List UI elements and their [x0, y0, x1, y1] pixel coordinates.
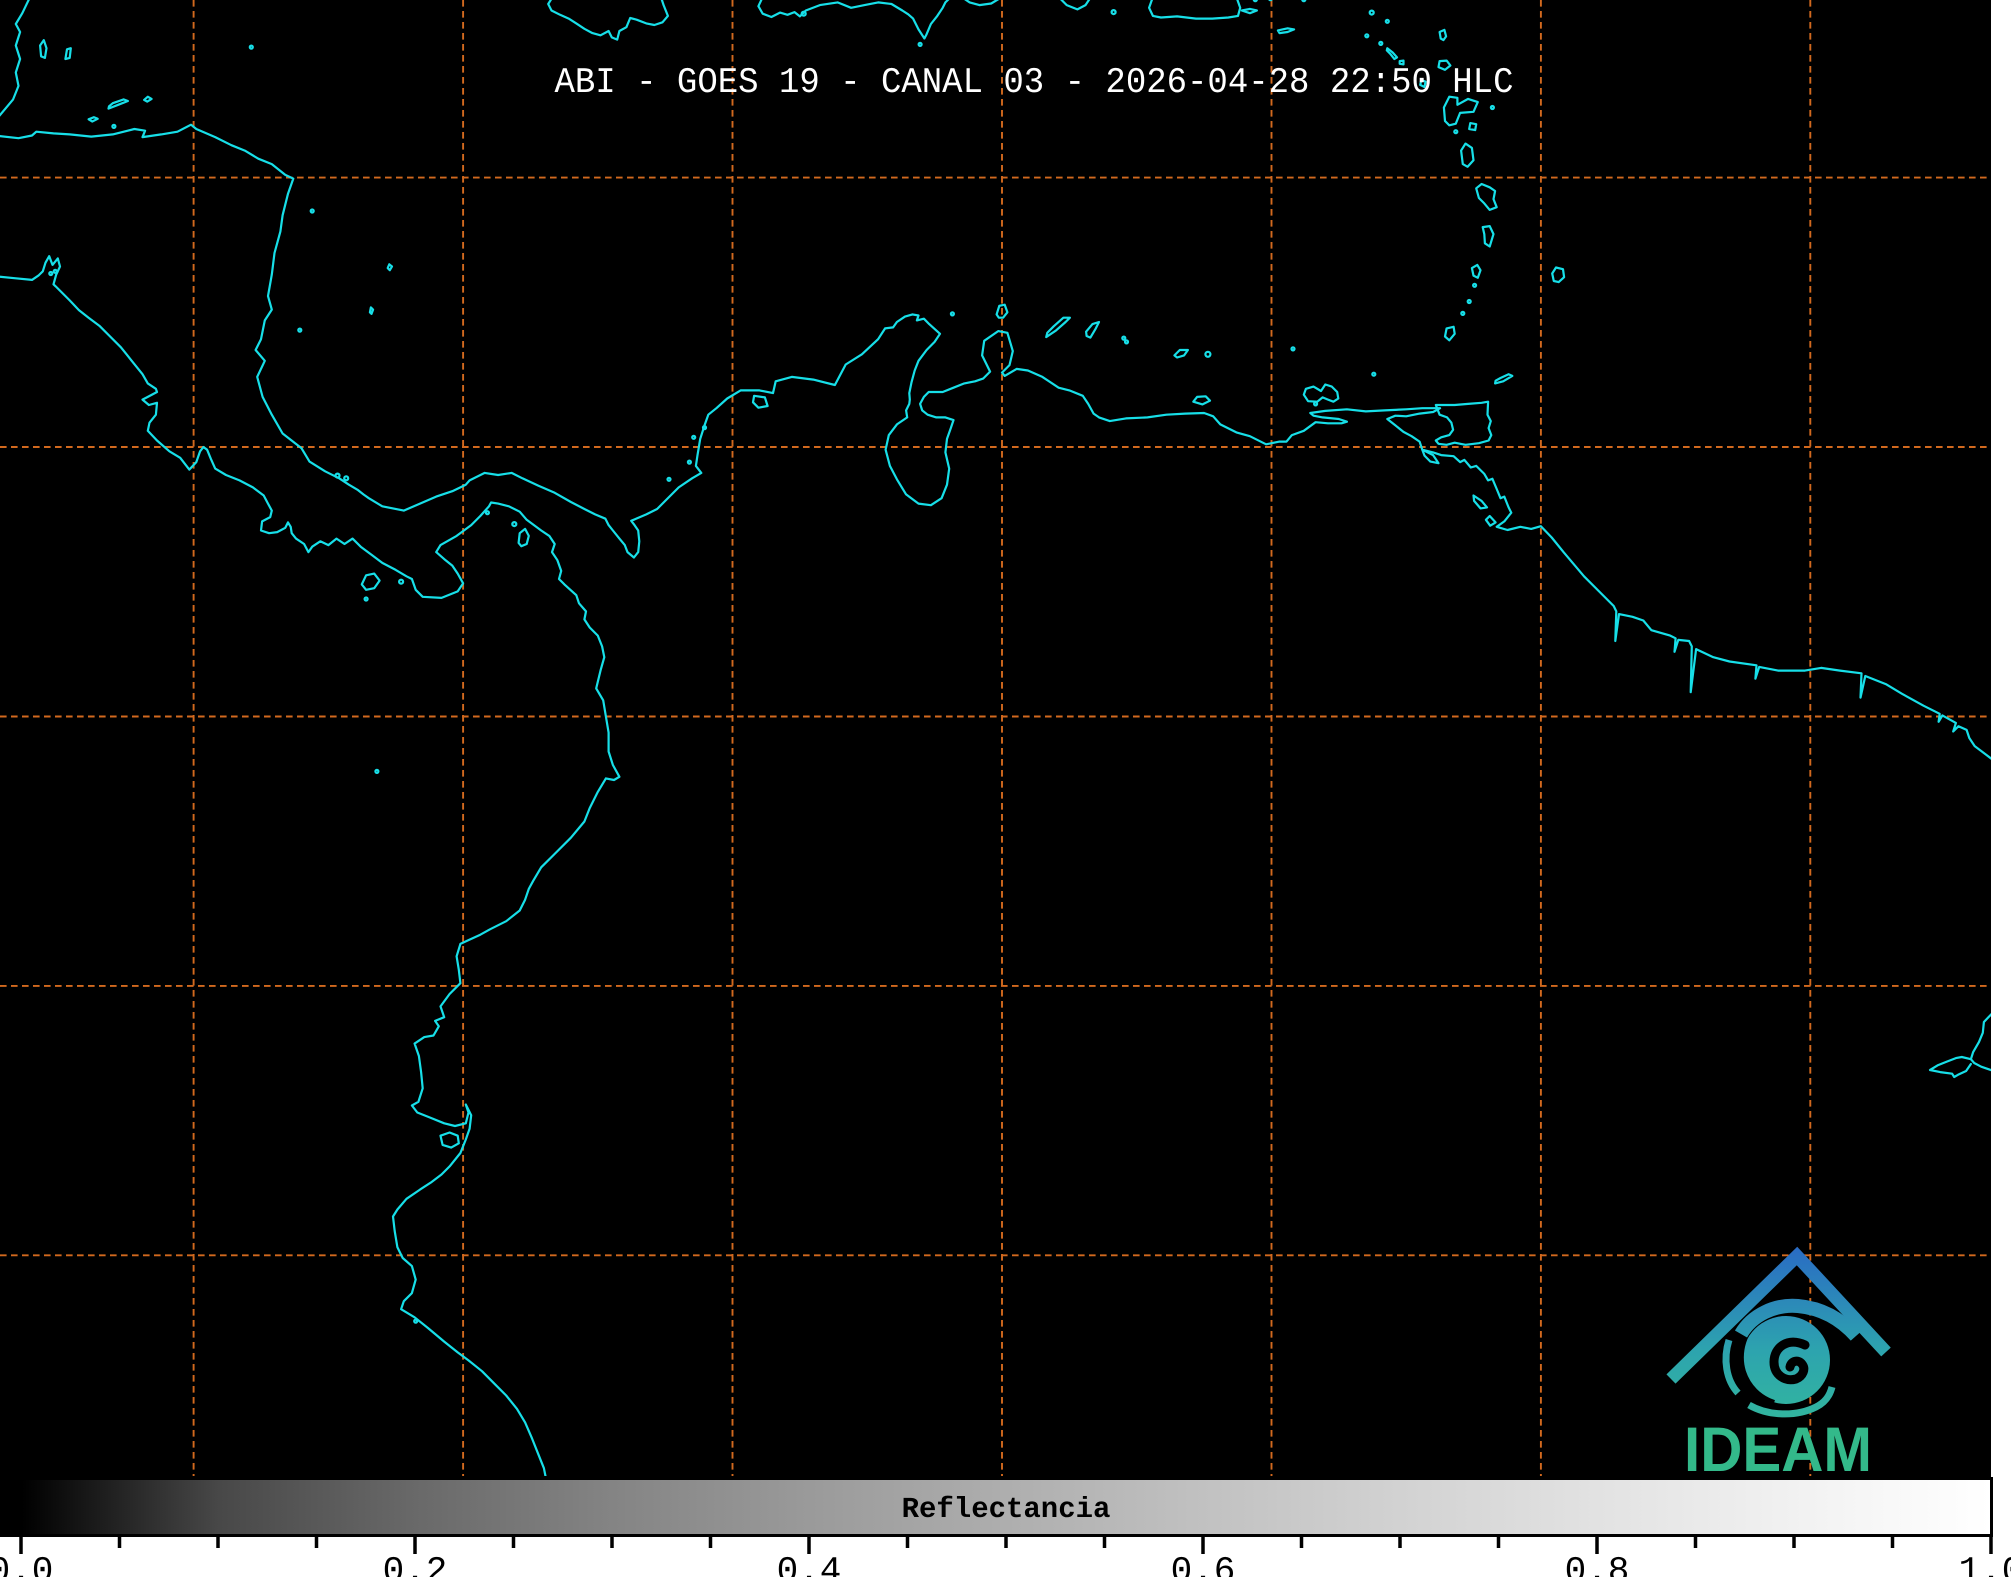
svg-text:0.4: 0.4	[777, 1551, 842, 1577]
svg-text:0.2: 0.2	[383, 1551, 448, 1577]
svg-text:0.6: 0.6	[1171, 1551, 1236, 1577]
svg-text:0.0: 0.0	[0, 1551, 53, 1577]
svg-text:IDEAM: IDEAM	[1684, 1415, 1872, 1485]
svg-text:ABI - GOES 19 - CANAL 03 - 202: ABI - GOES 19 - CANAL 03 - 2026-04-28 22…	[555, 62, 1514, 103]
svg-text:1.0: 1.0	[1959, 1551, 2011, 1577]
svg-text:0.8: 0.8	[1565, 1551, 1630, 1577]
svg-text:Reflectancia: Reflectancia	[902, 1493, 1111, 1526]
